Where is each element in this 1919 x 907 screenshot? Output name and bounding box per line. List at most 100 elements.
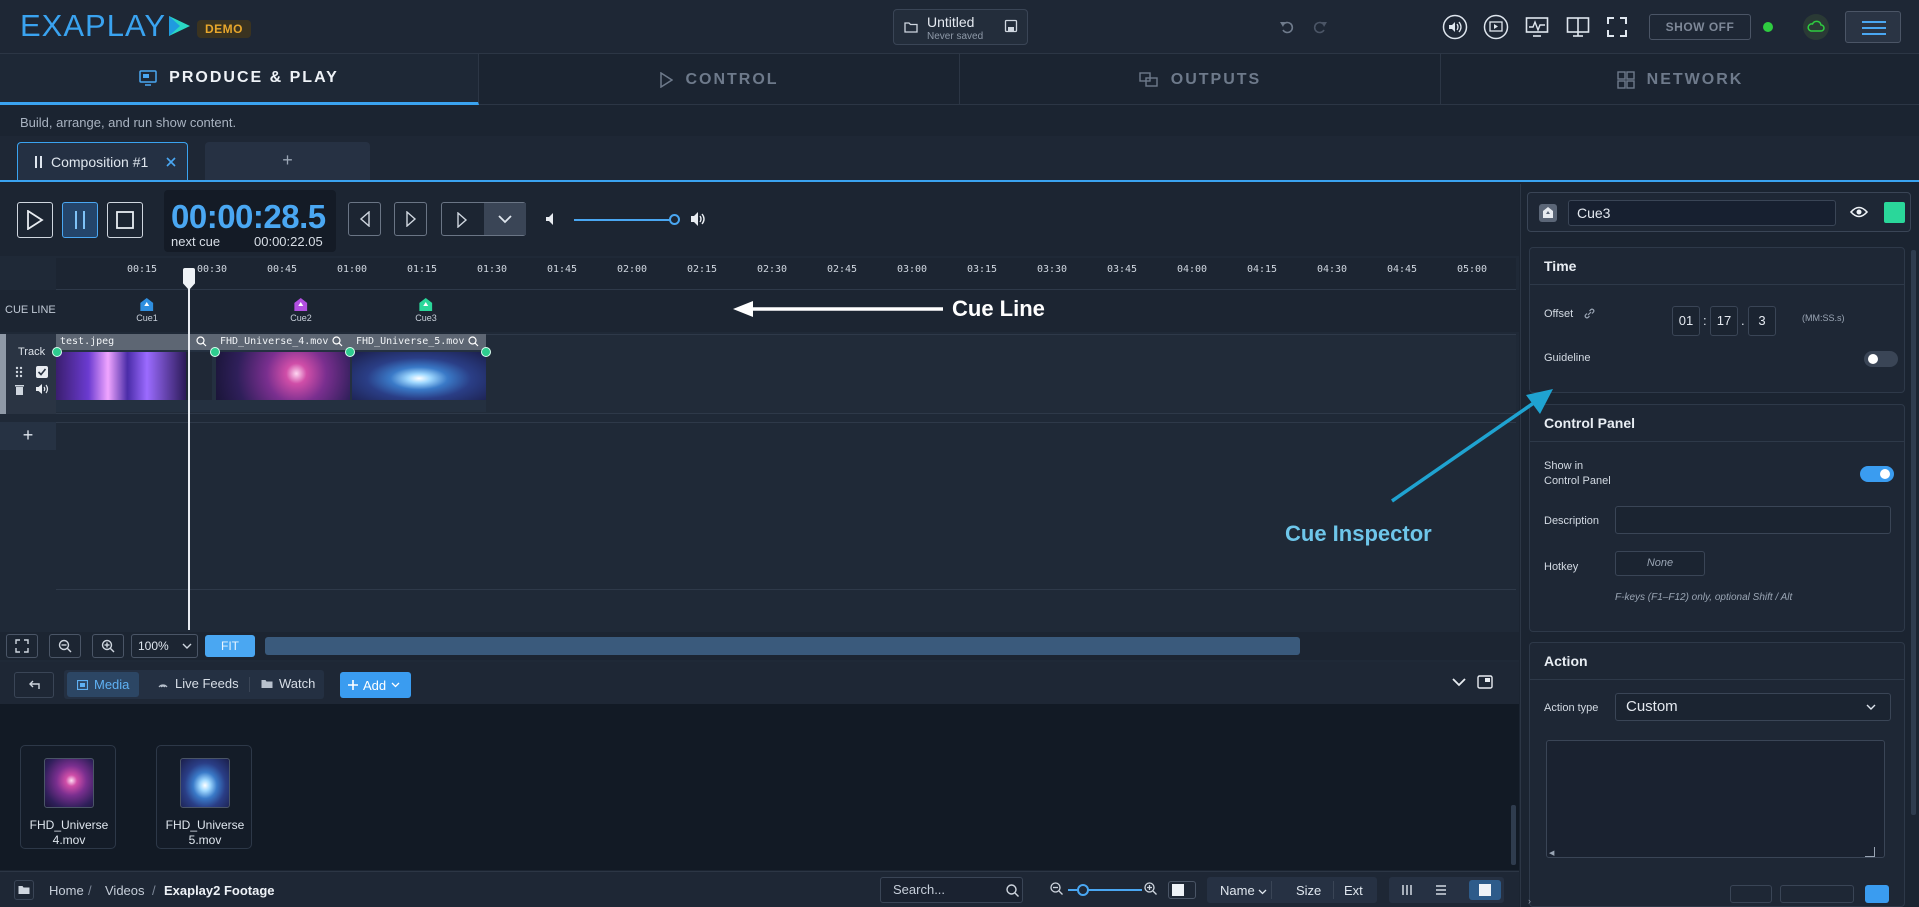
guideline-toggle[interactable] (1864, 351, 1898, 367)
grid-view-button[interactable] (1469, 880, 1501, 900)
scroll-left-icon[interactable]: ◀ (1549, 849, 1554, 857)
hotkey-field[interactable]: None (1615, 551, 1705, 576)
tab-outputs[interactable]: OUTPUTS (960, 54, 1441, 105)
volume-slider-thumb[interactable] (669, 214, 680, 225)
show-off-button[interactable]: SHOW OFF (1649, 14, 1751, 40)
cue-marker[interactable]: Cue2 (290, 298, 312, 323)
display-icon[interactable] (1564, 13, 1592, 41)
clip[interactable]: FHD_Universe_5.mov (350, 334, 486, 412)
volume-low-icon[interactable] (545, 212, 559, 226)
sort-by-name[interactable]: Name (1220, 883, 1267, 898)
go-split-button[interactable] (441, 202, 526, 236)
save-icon[interactable] (1004, 19, 1018, 33)
composition-tab[interactable]: Composition #1 (17, 142, 188, 180)
fit-button[interactable]: FIT (205, 635, 255, 657)
volume-high-icon[interactable] (690, 211, 708, 227)
offset-minutes[interactable]: 01 (1672, 306, 1700, 336)
search-input[interactable]: Search... (880, 877, 1023, 903)
clip-handle[interactable] (481, 347, 491, 357)
zoom-out-icon[interactable] (49, 634, 81, 658)
previous-cue-button[interactable] (348, 202, 381, 236)
zoom-out-icon[interactable] (1050, 882, 1063, 895)
timeline-scrollbar[interactable] (265, 637, 1300, 655)
cue-marker[interactable]: Cue1 (136, 298, 158, 323)
zoom-clip-icon[interactable] (468, 336, 479, 347)
clip-handle[interactable] (52, 347, 62, 357)
description-input[interactable] (1615, 506, 1891, 534)
volume-slider[interactable] (574, 219, 676, 221)
zoom-select[interactable]: 100% (131, 634, 198, 658)
add-track-button[interactable]: + (0, 422, 56, 450)
action-button[interactable] (1780, 885, 1854, 903)
folder-icon[interactable] (904, 21, 918, 33)
timeline-ruler[interactable]: 00:15 00:30 00:45 01:00 01:15 01:30 01:45 02:00… (56, 258, 1516, 290)
action-confirm-button[interactable] (1865, 885, 1889, 903)
offset-tenths[interactable]: 3 (1748, 306, 1776, 336)
clip-handle[interactable] (345, 347, 355, 357)
add-composition-button[interactable]: + (205, 142, 370, 180)
drag-handle-icon[interactable] (15, 366, 23, 378)
thumbnail-size-thumb[interactable] (1077, 884, 1089, 896)
list-view-icon[interactable] (1435, 884, 1447, 896)
monitor-stats-icon[interactable] (1523, 13, 1551, 41)
chevron-down-icon[interactable] (484, 203, 526, 235)
eye-icon[interactable] (1850, 206, 1868, 218)
speaker-icon[interactable] (35, 383, 49, 395)
next-cue-button[interactable] (394, 202, 427, 236)
menu-button[interactable] (1845, 11, 1901, 43)
zoom-in-icon[interactable] (1144, 882, 1157, 895)
inspector-scrollbar[interactable] (1911, 250, 1916, 815)
audio-icon[interactable] (1441, 13, 1469, 41)
clip-handle[interactable] (210, 347, 220, 357)
folder-icon[interactable] (14, 880, 34, 900)
cue-marker[interactable]: Cue3 (415, 298, 437, 323)
trash-icon[interactable] (15, 384, 24, 395)
action-type-select[interactable]: Custom (1615, 693, 1891, 721)
playhead[interactable] (188, 268, 190, 630)
redo-icon[interactable] (1306, 13, 1334, 41)
sort-by-size[interactable]: Size (1296, 883, 1321, 898)
add-media-button[interactable]: Add (340, 672, 411, 698)
zoom-in-icon[interactable] (92, 634, 124, 658)
columns-view-icon[interactable] (1401, 884, 1413, 896)
back-button[interactable] (14, 672, 54, 698)
resize-handle-icon[interactable] (1865, 847, 1875, 857)
cue-color-swatch[interactable] (1884, 202, 1905, 223)
close-icon[interactable] (166, 156, 176, 167)
breadcrumb-item[interactable]: Home (49, 883, 84, 898)
tab-network[interactable]: NETWORK (1441, 54, 1919, 105)
clip[interactable]: FHD_Universe_4.mov (212, 334, 350, 412)
action-button[interactable] (1730, 885, 1772, 903)
action-script-editor[interactable] (1546, 740, 1885, 858)
tab-live-feeds[interactable]: Live Feeds (147, 670, 249, 697)
collapse-chevron-icon[interactable] (1451, 677, 1467, 687)
breadcrumb-item[interactable]: Videos (105, 883, 145, 898)
fullscreen-icon[interactable] (1603, 13, 1631, 41)
tab-produce-play[interactable]: PRODUCE & PLAY (0, 54, 479, 105)
track-header[interactable]: Track (0, 334, 56, 414)
show-in-panel-toggle[interactable] (1860, 466, 1894, 482)
tab-control[interactable]: CONTROL (479, 54, 960, 105)
tab-watch[interactable]: Watch (251, 670, 325, 697)
preview-toggle-icon[interactable] (1477, 675, 1493, 689)
pause-button[interactable] (62, 202, 98, 238)
media-scrollbar[interactable] (1511, 805, 1516, 865)
preview-size-toggle[interactable] (1168, 881, 1196, 899)
media-item[interactable]: FHD_Universe 4.mov (20, 745, 116, 849)
play-button[interactable] (17, 202, 53, 238)
stop-button[interactable] (107, 202, 143, 238)
offset-seconds[interactable]: 17 (1710, 306, 1738, 336)
document-box[interactable]: Untitled Never saved (893, 9, 1028, 45)
media-player-icon[interactable] (1482, 13, 1510, 41)
cloud-icon[interactable] (1803, 14, 1829, 40)
fit-screen-icon[interactable] (6, 634, 38, 658)
media-item[interactable]: FHD_Universe 5.mov (156, 745, 252, 849)
expand-chevron-icon[interactable]: › (1528, 896, 1531, 906)
sort-by-ext[interactable]: Ext (1344, 883, 1363, 898)
track-enable-checkbox[interactable] (36, 366, 48, 378)
undo-icon[interactable] (1273, 13, 1301, 41)
zoom-clip-icon[interactable] (196, 336, 207, 347)
zoom-clip-icon[interactable] (332, 336, 343, 347)
tab-media[interactable]: Media (67, 672, 140, 697)
cue-name-field[interactable]: Cue3 (1568, 200, 1836, 226)
